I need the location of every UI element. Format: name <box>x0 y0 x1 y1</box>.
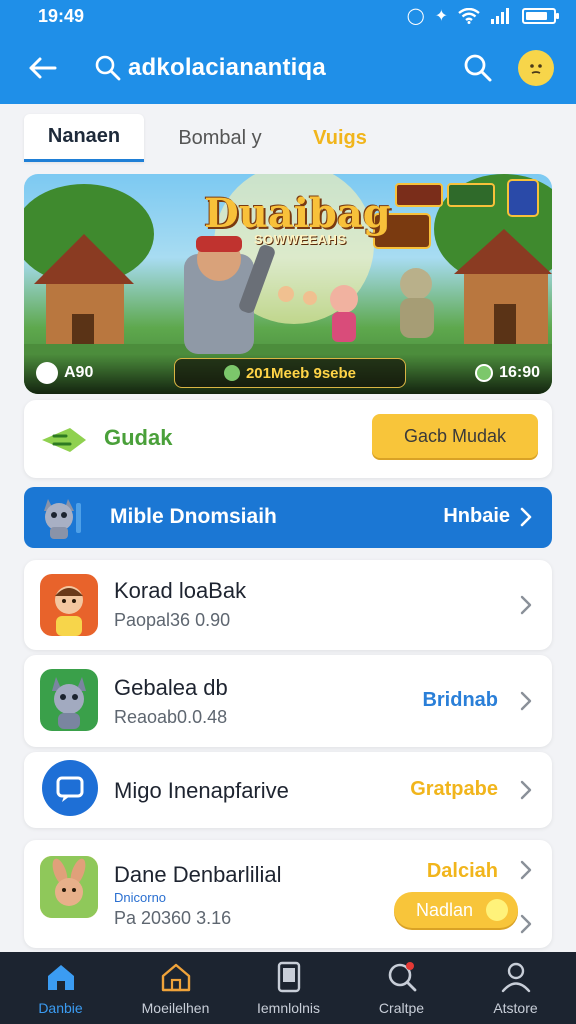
back-button[interactable] <box>22 48 62 88</box>
list-item[interactable]: Korad loaBak Paopal36 0.90 <box>24 560 552 650</box>
nav-item-atstore[interactable]: Atstore <box>458 952 573 1024</box>
chevron-right-icon <box>520 860 532 880</box>
tab-bombal[interactable]: Bombal y <box>160 114 280 162</box>
search-icon <box>464 54 492 82</box>
face-icon <box>530 64 542 74</box>
avatar[interactable] <box>518 50 554 86</box>
chevron-right-icon <box>520 595 532 615</box>
list-item-action[interactable]: Bridnab <box>422 689 498 712</box>
list-item[interactable]: Migo Inenapfarive Gratpabe <box>24 752 552 828</box>
list-item[interactable]: Dane Denbarlilial Dnicorno Pa 20360 3.16… <box>24 840 552 948</box>
messenger-icon <box>42 760 98 816</box>
vibrate-icon: ◯ <box>406 8 425 25</box>
action-card: Gudak Gacb Mudak <box>24 400 552 478</box>
banner-center-badge-label: 201Meeb 9sebe <box>245 364 357 382</box>
banner-left-badge: A90 <box>36 360 93 386</box>
bluetooth-icon: ✦ <box>434 8 448 25</box>
signal-icon <box>491 8 509 24</box>
list-item-action[interactable]: Gratpabe <box>410 778 498 801</box>
nav-label: Danbie <box>38 1000 83 1016</box>
banner-center-badge[interactable]: 201Meeb 9sebe <box>174 358 406 388</box>
smiley-icon <box>486 899 508 921</box>
game-banner[interactable]: Duaibag SOWWEEAHS A90 201Meeb 9sebe 16:9… <box>24 174 552 394</box>
action-card-label: Gudak <box>104 425 173 450</box>
nav-item-craltpe[interactable]: Craltpe <box>344 952 459 1024</box>
mascot-icon <box>44 499 81 539</box>
chevron-right-icon <box>520 507 532 526</box>
wifi-icon <box>458 8 480 24</box>
list-item-action[interactable]: Dalciah <box>427 860 498 883</box>
nav-label: Atstore <box>493 1000 538 1016</box>
list-item-title: Dane Denbarlilial <box>114 862 282 887</box>
app-bar: 19:49 ◯ ✦ adkolacianantiqa <box>0 0 576 104</box>
nav-label: Iemnlolnis <box>256 1000 321 1016</box>
search-notification-icon <box>388 962 416 992</box>
promo-bar-label: Mible Dnomsiaih <box>110 505 277 528</box>
promo-bar-link[interactable]: Hnbaie <box>443 505 532 528</box>
list-item-pill-button[interactable]: Nadlan <box>394 892 518 928</box>
list-item-title: Migo Inenapfarive <box>114 778 289 803</box>
pill-label: Nadlan <box>416 899 474 920</box>
list-item-tag: Dnicorno <box>114 890 167 905</box>
battery-icon <box>522 8 559 24</box>
coin-icon <box>223 365 240 381</box>
arrow-left-icon <box>29 57 57 79</box>
tab-vuigs[interactable]: Vuigs <box>292 114 388 162</box>
list-item-subtitle: Pa 20360 3.16 <box>114 908 232 928</box>
status-icons: ◯ ✦ <box>406 6 559 26</box>
banner-time: 16:90 <box>475 360 540 386</box>
search-icon <box>95 55 121 81</box>
tab-nanaen[interactable]: Nanaen <box>24 114 144 162</box>
battery-level <box>526 12 547 20</box>
home-icon <box>47 965 74 990</box>
page-title: adkolacianantiqa <box>128 54 326 81</box>
search-button[interactable] <box>458 48 498 88</box>
banner-subtitle: SOWWEEAHS <box>254 232 347 247</box>
banner-time-label: 16:90 <box>499 364 540 381</box>
nav-item-danbie[interactable]: Danbie <box>3 952 118 1024</box>
chevron-right-icon <box>520 780 532 800</box>
user-icon <box>501 962 530 993</box>
chevron-right-icon <box>520 914 532 934</box>
list-item-title: Gebalea db <box>114 675 228 700</box>
status-bar: 19:49 ◯ ✦ <box>0 0 576 32</box>
nav-label: Moeilelhen <box>141 1000 210 1016</box>
house-outline-icon <box>161 963 190 992</box>
banner-title: Duaibag <box>204 190 391 237</box>
brand-logo-icon <box>42 428 86 452</box>
list-item-subtitle: Reaoab0.0.48 <box>114 707 228 727</box>
nav-item-iemnlolnis[interactable]: Iemnlolnis <box>231 952 346 1024</box>
nav-item-moeilelhen[interactable]: Moeilelhen <box>118 952 233 1024</box>
promo-bar[interactable]: Mible Dnomsiaih Hnbaie <box>24 487 552 548</box>
creature-icon <box>40 669 98 731</box>
promo-bar-link-label: Hnbaie <box>443 505 510 527</box>
banner-left-badge-label: A90 <box>64 364 94 381</box>
clock-icon <box>475 364 494 382</box>
list-item-subtitle: Paopal36 0.90 <box>114 610 231 630</box>
title-search-field[interactable]: adkolacianantiqa <box>94 48 326 88</box>
toolbar: adkolacianantiqa <box>0 40 576 96</box>
game-character-icon <box>40 574 98 636</box>
action-card-button[interactable]: Gacb Mudak <box>372 414 538 458</box>
tab-bar: Nanaen Bombal y Vuigs <box>0 104 576 164</box>
status-time: 19:49 <box>38 6 85 26</box>
list-item[interactable]: Gebalea db Reaoab0.0.48 Bridnab <box>24 655 552 747</box>
nav-label: Craltpe <box>378 1000 425 1016</box>
bunny-character-icon <box>40 856 98 918</box>
chevron-right-icon <box>520 691 532 711</box>
bottom-navigation: Danbie Moeilelhen Iemnlolnis Craltpe Ats… <box>0 952 576 1024</box>
list-item-title: Korad loaBak <box>114 578 247 603</box>
badge-icon <box>36 362 58 384</box>
phone-card-icon <box>277 961 300 993</box>
